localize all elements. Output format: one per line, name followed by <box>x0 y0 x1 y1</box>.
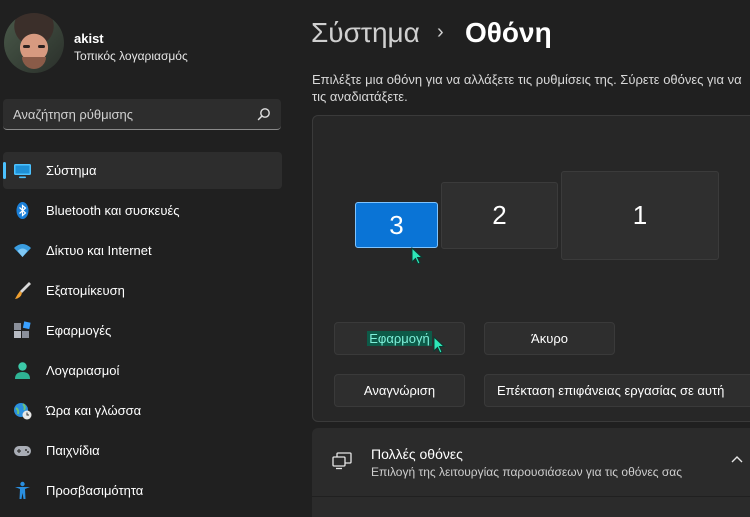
multiple-displays-subtitle: Επιλογή της λειτουργίας παρουσιάσεων για… <box>371 465 683 479</box>
avatar-eye <box>23 45 30 48</box>
multiple-displays-section[interactable]: Πολλές οθόνες Επιλογή της λειτουργίας πα… <box>312 428 750 496</box>
sidebar-item-label: Bluetooth και συσκευές <box>46 203 180 218</box>
multiple-displays-subsection <box>312 497 750 517</box>
brush-icon <box>15 282 31 299</box>
sidebar-item-accessibility[interactable]: Προσβασιμότητα <box>3 472 282 509</box>
mouse-cursor-icon <box>433 336 445 354</box>
account-type: Τοπικός λογαριασμός <box>74 49 188 63</box>
multiple-displays-icon <box>332 452 352 470</box>
sidebar-item-time-language[interactable]: Ώρα και γλώσσα <box>3 392 282 429</box>
bluetooth-icon <box>16 202 29 219</box>
apply-button[interactable]: Εφαρμογή <box>334 322 465 355</box>
display-mode-dropdown[interactable]: Επέκταση επιφάνειας εργασίας σε αυτή <box>484 374 750 407</box>
globe-clock-icon <box>14 403 32 420</box>
sidebar-item-label: Ώρα και γλώσσα <box>46 403 142 418</box>
sidebar-item-bluetooth[interactable]: Bluetooth και συσκευές <box>3 192 282 229</box>
page-title: Οθόνη <box>465 17 552 48</box>
apps-icon <box>14 321 31 338</box>
sidebar-item-system[interactable]: Σύστημα <box>3 152 282 189</box>
sidebar-item-apps[interactable]: Εφαρμογές <box>3 312 282 349</box>
sidebar-item-gaming[interactable]: Παιχνίδια <box>3 432 282 469</box>
breadcrumb-separator: › <box>437 21 444 43</box>
sidebar-item-network[interactable]: Δίκτυο και Internet <box>3 232 282 269</box>
person-icon <box>15 362 30 379</box>
multiple-displays-title: Πολλές οθόνες <box>371 446 463 462</box>
identify-button[interactable]: Αναγνώριση <box>334 374 465 407</box>
breadcrumb-root[interactable]: Σύστημα <box>311 17 420 49</box>
sidebar-item-label: Εφαρμογές <box>46 323 112 338</box>
arrangement-description: Επιλέξτε μια οθόνη για να αλλάξετε τις ρ… <box>312 72 742 104</box>
monitor-2[interactable]: 2 <box>441 182 558 249</box>
avatar[interactable] <box>4 13 64 73</box>
monitor-3[interactable]: 3 <box>355 202 438 248</box>
monitor-1[interactable]: 1 <box>561 171 719 260</box>
sidebar-item-label: Εξατομίκευση <box>46 283 125 298</box>
sidebar-item-label: Δίκτυο και Internet <box>46 243 152 258</box>
sidebar-item-accounts[interactable]: Λογαριασμοί <box>3 352 282 389</box>
sidebar-item-label: Παιχνίδια <box>46 443 100 458</box>
search-input[interactable]: Αναζήτηση ρύθμισης <box>3 99 281 130</box>
sidebar-item-label: Σύστημα <box>46 163 97 178</box>
monitor-icon <box>14 164 31 179</box>
mouse-cursor-icon <box>411 247 423 265</box>
search-placeholder: Αναζήτηση ρύθμισης <box>13 107 134 122</box>
sidebar-item-personalization[interactable]: Εξατομίκευση <box>3 272 282 309</box>
accessibility-icon <box>15 481 30 499</box>
user-name: akist <box>74 31 104 46</box>
chevron-up-icon[interactable] <box>730 454 744 464</box>
avatar-beard <box>22 57 46 69</box>
display-arrangement-panel: 3 2 1 Εφαρμογή Άκυρο Αναγνώριση Επέκταση… <box>312 115 750 422</box>
sidebar-nav: Σύστημα Bluetooth και συσκευές Δίκτυο κα… <box>3 152 282 512</box>
wifi-icon <box>14 244 31 257</box>
apply-button-label: Εφαρμογή <box>367 331 432 346</box>
search-icon[interactable] <box>257 107 271 121</box>
gamepad-icon <box>14 446 31 456</box>
cancel-button[interactable]: Άκυρο <box>484 322 615 355</box>
avatar-eye <box>38 45 45 48</box>
user-profile[interactable]: akist Τοπικός λογαριασμός <box>0 0 300 90</box>
sidebar-item-label: Προσβασιμότητα <box>46 483 144 498</box>
sidebar-item-label: Λογαριασμοί <box>46 363 120 378</box>
